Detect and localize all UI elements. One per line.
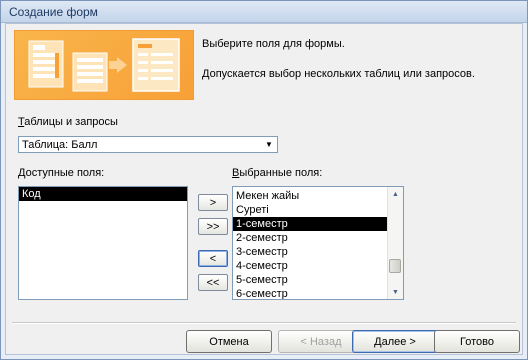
list-item-label: Суреті [236,204,269,216]
list-item-label: 5-семестр [236,274,288,286]
list-item[interactable]: 1-семестр [233,217,388,231]
list-item[interactable]: Код [19,187,187,201]
list-item[interactable]: 3-семестр [233,245,403,259]
list-item-label: Код [22,188,41,200]
available-fields-label: Доступные поля: [18,167,104,179]
remove-field-button[interactable]: < [198,250,228,267]
list-item[interactable]: Суреті [233,203,403,217]
form-wizard-dialog: Создание форм Выберите поля для формы. Д… [0,0,528,360]
remove-all-fields-button[interactable]: << [198,274,228,291]
list-item[interactable]: 2-семестр [233,231,403,245]
list-item-label: 4-семестр [236,260,288,272]
scrollbar-thumb[interactable] [389,259,401,273]
scroll-down-arrow-icon[interactable]: ▼ [388,285,403,299]
hint-text: Допускается выбор нескольких таблиц или … [202,68,475,80]
tables-queries-select[interactable]: Таблица: Балл ▼ [18,136,278,153]
cancel-button[interactable]: Отмена [186,330,272,353]
available-fields-label-accesskey: Д [18,167,26,179]
list-item[interactable]: 6-семестр [233,287,403,300]
list-item-label: 1-семестр [236,218,288,230]
list-item-label: 2-семестр [236,232,288,244]
tables-queries-selected-value: Таблица: Балл [22,138,98,151]
dialog-body: Выберите поля для формы. Допускается выб… [5,23,523,355]
available-fields-list[interactable]: Код [18,186,188,300]
instruction-text: Выберите поля для формы. [202,38,345,50]
window-title: Создание форм [9,4,98,19]
selected-fields-label-text: ыбранные поля: [239,167,323,179]
wizard-illustration [14,30,194,100]
scroll-up-arrow-icon[interactable]: ▲ [388,187,403,201]
footer-divider [12,322,516,324]
add-all-fields-button[interactable]: >> [198,218,228,235]
available-fields-label-text: оступные поля: [25,167,105,179]
list-item[interactable]: 4-семестр [233,259,403,273]
list-item-label: 3-семестр [236,246,288,258]
list-item-label: 6-семестр [236,288,288,300]
selected-fields-label: Выбранные поля: [232,167,322,179]
finish-button[interactable]: Готово [434,330,520,353]
title-bar: Создание форм [1,1,527,23]
list-item[interactable]: Мекен жайы [233,189,403,203]
tables-queries-label: Таблицы и запросы [18,116,118,128]
form-wizard-icon [28,38,180,92]
list-item-label: Мекен жайы [236,190,300,202]
add-field-button[interactable]: > [198,194,228,211]
next-button[interactable]: Далее > [352,330,438,353]
selected-fields-list[interactable]: Мекен жайы Суреті 1-семестр 2-семестр 3-… [232,186,404,300]
dropdown-arrow-icon[interactable]: ▼ [261,137,277,152]
tables-queries-label-text: аблицы и запросы [24,116,118,128]
vertical-scrollbar[interactable]: ▲ ▼ [387,187,403,299]
list-item[interactable]: 5-семестр [233,273,403,287]
